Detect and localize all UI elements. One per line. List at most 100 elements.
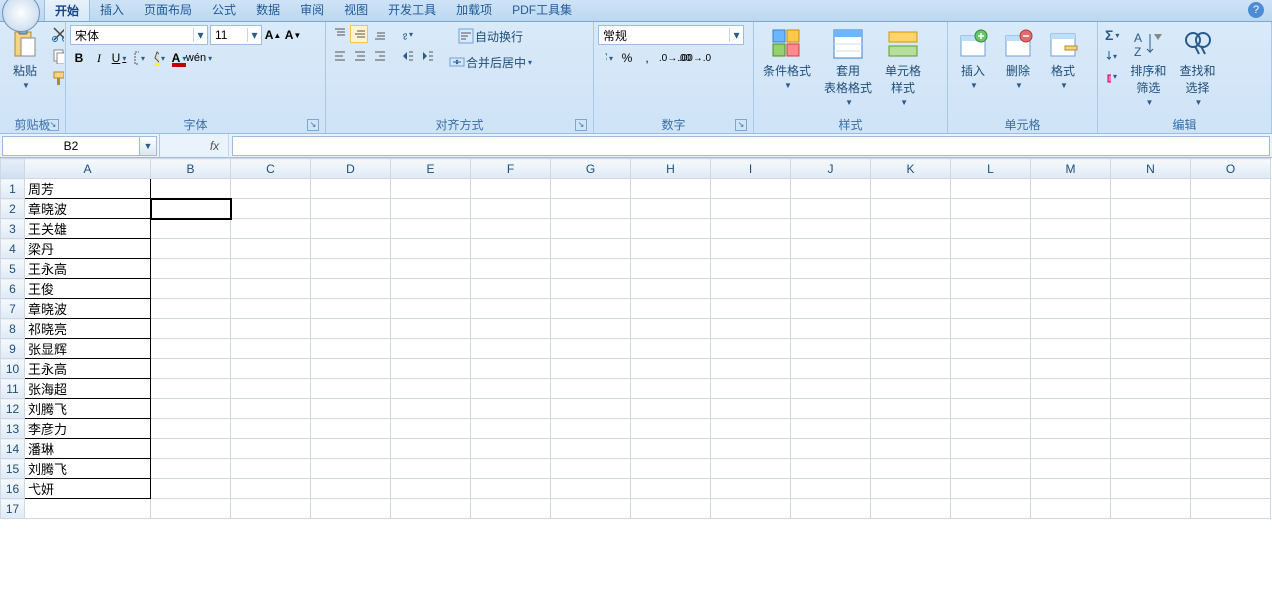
cell-D12[interactable]: [311, 399, 391, 419]
cell-J9[interactable]: [791, 339, 871, 359]
cell-E16[interactable]: [391, 479, 471, 499]
cell-E11[interactable]: [391, 379, 471, 399]
cell-E13[interactable]: [391, 419, 471, 439]
cell-C12[interactable]: [231, 399, 311, 419]
cell-M15[interactable]: [1031, 459, 1111, 479]
cell-L9[interactable]: [951, 339, 1031, 359]
cell-D11[interactable]: [311, 379, 391, 399]
cell-C6[interactable]: [231, 279, 311, 299]
cell-styles-button[interactable]: 单元格 样式▼: [880, 25, 926, 110]
cell-E1[interactable]: [391, 179, 471, 199]
row-header-12[interactable]: 12: [1, 399, 25, 419]
cell-J5[interactable]: [791, 259, 871, 279]
cell-D17[interactable]: [311, 499, 391, 519]
cell-N1[interactable]: [1111, 179, 1191, 199]
cell-K15[interactable]: [871, 459, 951, 479]
cell-F10[interactable]: [471, 359, 551, 379]
cell-G17[interactable]: [551, 499, 631, 519]
cell-I17[interactable]: [711, 499, 791, 519]
cell-O15[interactable]: [1191, 459, 1271, 479]
cell-I8[interactable]: [711, 319, 791, 339]
decrease-decimal-button[interactable]: .00→.0: [686, 49, 704, 67]
cell-I7[interactable]: [711, 299, 791, 319]
cell-L17[interactable]: [951, 499, 1031, 519]
cell-H1[interactable]: [631, 179, 711, 199]
cell-C8[interactable]: [231, 319, 311, 339]
cell-I16[interactable]: [711, 479, 791, 499]
increase-indent-button[interactable]: [418, 47, 436, 65]
cell-A1[interactable]: 周芳: [25, 179, 151, 199]
comma-button[interactable]: ,: [638, 49, 656, 67]
cell-B6[interactable]: [151, 279, 231, 299]
cell-D4[interactable]: [311, 239, 391, 259]
cell-F1[interactable]: [471, 179, 551, 199]
cell-I14[interactable]: [711, 439, 791, 459]
cell-B16[interactable]: [151, 479, 231, 499]
cell-F3[interactable]: [471, 219, 551, 239]
cell-J2[interactable]: [791, 199, 871, 219]
cell-L13[interactable]: [951, 419, 1031, 439]
cell-D3[interactable]: [311, 219, 391, 239]
cell-K13[interactable]: [871, 419, 951, 439]
col-header-A[interactable]: A: [25, 159, 151, 179]
delete-cells-button[interactable]: 删除▼: [997, 25, 1039, 93]
cell-J11[interactable]: [791, 379, 871, 399]
cell-E9[interactable]: [391, 339, 471, 359]
format-cells-button[interactable]: 格式▼: [1042, 25, 1084, 93]
cell-D1[interactable]: [311, 179, 391, 199]
cell-F8[interactable]: [471, 319, 551, 339]
cell-M11[interactable]: [1031, 379, 1111, 399]
cell-A14[interactable]: 潘琳: [25, 439, 151, 459]
cell-K17[interactable]: [871, 499, 951, 519]
cell-B15[interactable]: [151, 459, 231, 479]
tab-页面布局[interactable]: 页面布局: [134, 0, 202, 21]
alignment-launcher[interactable]: ↘: [575, 119, 587, 131]
cell-L1[interactable]: [951, 179, 1031, 199]
worksheet-grid[interactable]: ABCDEFGHIJKLMNO1周芳2章晓波3王关雄4梁丹5王永高6王俊7章晓波…: [0, 158, 1272, 610]
conditional-format-button[interactable]: 条件格式▼: [758, 25, 816, 93]
tab-开始[interactable]: 开始: [44, 0, 90, 21]
cell-M4[interactable]: [1031, 239, 1111, 259]
row-header-13[interactable]: 13: [1, 419, 25, 439]
merge-center-button[interactable]: 合并后居中▾: [445, 51, 535, 73]
cell-N10[interactable]: [1111, 359, 1191, 379]
cell-N14[interactable]: [1111, 439, 1191, 459]
row-header-4[interactable]: 4: [1, 239, 25, 259]
cell-N11[interactable]: [1111, 379, 1191, 399]
cell-C10[interactable]: [231, 359, 311, 379]
cell-I10[interactable]: [711, 359, 791, 379]
col-header-O[interactable]: O: [1191, 159, 1271, 179]
cell-C7[interactable]: [231, 299, 311, 319]
decrease-font-button[interactable]: A▼: [284, 26, 302, 44]
cell-F15[interactable]: [471, 459, 551, 479]
cell-C14[interactable]: [231, 439, 311, 459]
align-center-button[interactable]: [350, 47, 368, 65]
cell-D7[interactable]: [311, 299, 391, 319]
cell-E12[interactable]: [391, 399, 471, 419]
underline-button[interactable]: U▾: [110, 49, 128, 67]
cell-E2[interactable]: [391, 199, 471, 219]
cell-G12[interactable]: [551, 399, 631, 419]
cell-H2[interactable]: [631, 199, 711, 219]
cell-B3[interactable]: [151, 219, 231, 239]
cell-H14[interactable]: [631, 439, 711, 459]
cell-H4[interactable]: [631, 239, 711, 259]
cell-G2[interactable]: [551, 199, 631, 219]
cell-L15[interactable]: [951, 459, 1031, 479]
col-header-F[interactable]: F: [471, 159, 551, 179]
cell-O3[interactable]: [1191, 219, 1271, 239]
orientation-button[interactable]: ab▾: [398, 25, 416, 43]
cell-M1[interactable]: [1031, 179, 1111, 199]
cell-H8[interactable]: [631, 319, 711, 339]
cell-N13[interactable]: [1111, 419, 1191, 439]
fill-button[interactable]: ▾: [1102, 47, 1120, 65]
cell-B7[interactable]: [151, 299, 231, 319]
increase-font-button[interactable]: A▲: [264, 26, 282, 44]
name-box[interactable]: B2 ▼: [0, 134, 160, 157]
autosum-button[interactable]: Σ▾: [1102, 25, 1122, 45]
cell-J3[interactable]: [791, 219, 871, 239]
cell-N12[interactable]: [1111, 399, 1191, 419]
cell-N17[interactable]: [1111, 499, 1191, 519]
cell-G10[interactable]: [551, 359, 631, 379]
paste-button[interactable]: 粘贴 ▼: [4, 25, 46, 93]
